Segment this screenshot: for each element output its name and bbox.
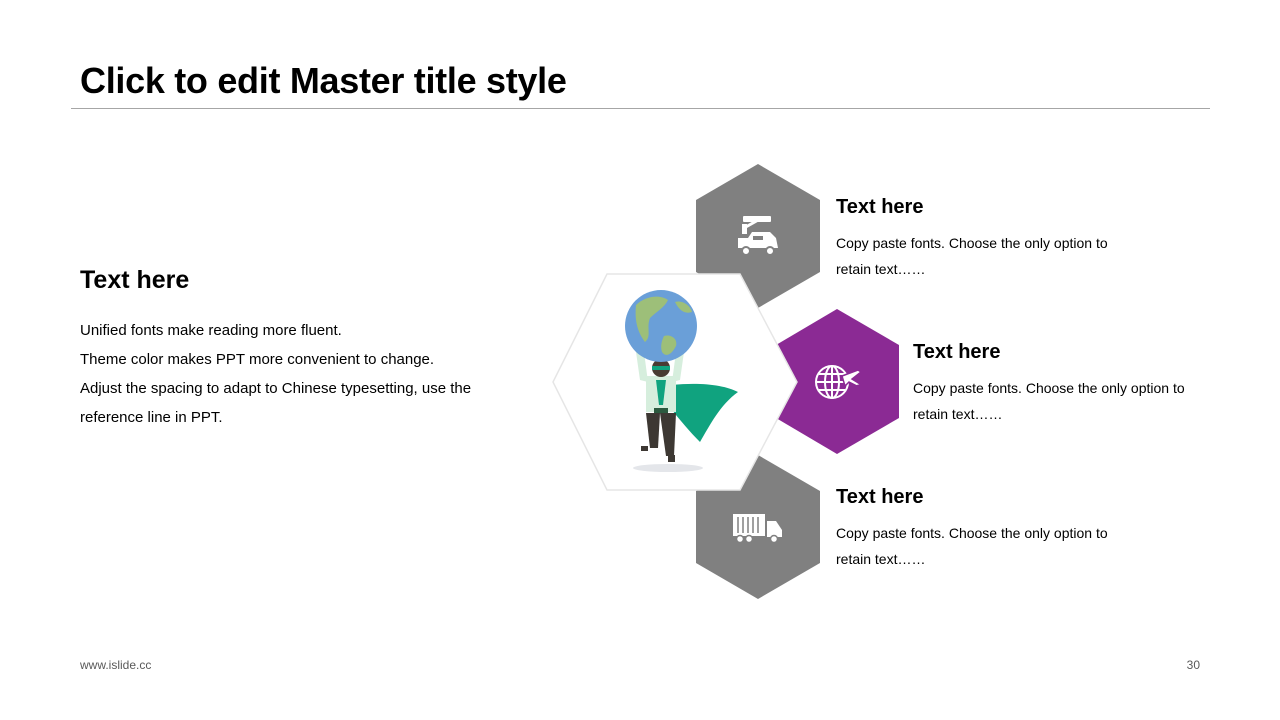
item-description-line: retain text…… [836,261,926,277]
item-description: Copy paste fonts. Choose the only option… [913,375,1213,427]
item-description: Copy paste fonts. Choose the only option… [836,520,1136,572]
item-description: Copy paste fonts. Choose the only option… [836,230,1136,282]
item-block-bottom[interactable]: Text here Copy paste fonts. Choose the o… [836,485,1136,572]
item-heading: Text here [836,196,924,218]
page-number: 30 [1186,658,1200,672]
item-heading: Text here [913,341,1001,363]
item-description-line: retain text…… [836,551,926,567]
item-description-line: retain text…… [913,406,1003,422]
item-block-middle[interactable]: Text here Copy paste fonts. Choose the o… [913,340,1213,427]
item-description-line: Copy paste fonts. Choose the only option… [836,525,1108,541]
item-block-top[interactable]: Text here Copy paste fonts. Choose the o… [836,195,1136,282]
item-description-line: Copy paste fonts. Choose the only option… [913,380,1185,396]
footer-url: www.islide.cc [80,658,152,672]
item-description-line: Copy paste fonts. Choose the only option… [836,235,1108,251]
item-heading: Text here [836,486,924,508]
